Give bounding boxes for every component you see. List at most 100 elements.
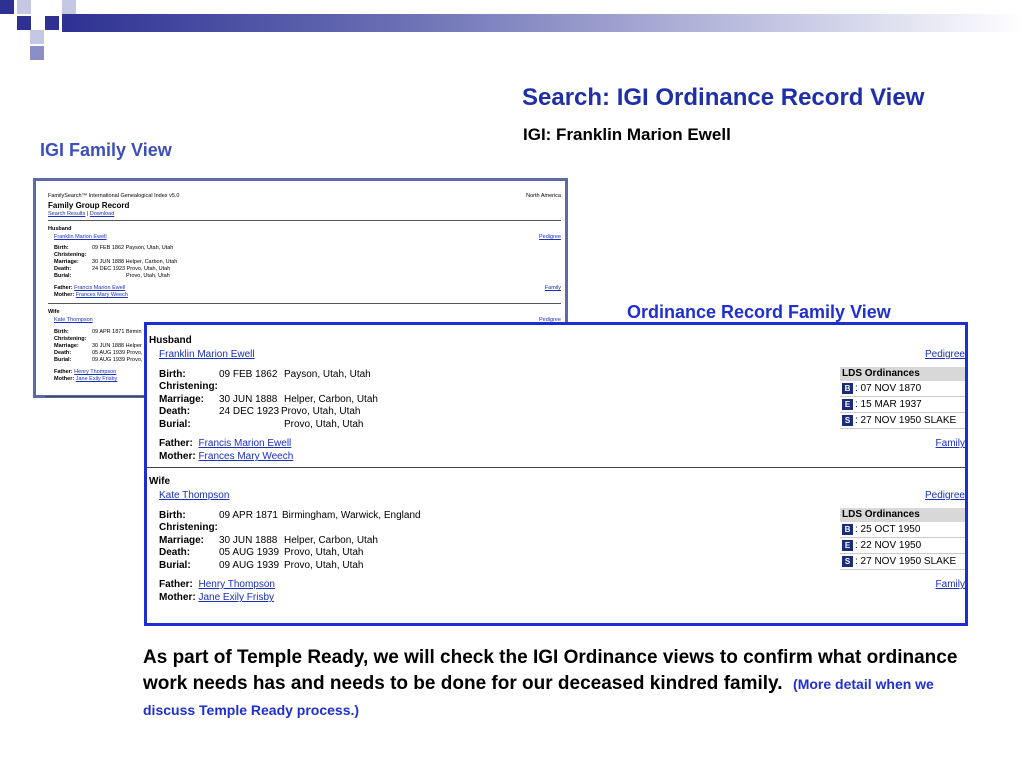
husband-death-place: Provo, Utah, Utah bbox=[281, 406, 361, 417]
wife-marriage-date: 30 JUN 1888 bbox=[219, 535, 278, 546]
ordinance-row: B: 07 NOV 1870 bbox=[840, 381, 965, 397]
ordinance-date: : 25 OCT 1950 bbox=[855, 524, 921, 535]
marriage-label: Marriage: bbox=[159, 394, 205, 405]
husband-name-link[interactable]: Franklin Marion Ewell bbox=[54, 234, 107, 241]
husband-heading: Husband bbox=[48, 226, 72, 232]
wife-mother-link[interactable]: Jane Exily Frisby bbox=[76, 376, 118, 382]
wife-burial-place: Provo, Utah, Utah bbox=[284, 560, 364, 571]
ordinance-date: : 07 NOV 1870 bbox=[855, 383, 922, 394]
christening-label: Christening: bbox=[54, 252, 87, 258]
ordinance-date: : 27 NOV 1950 SLAKE bbox=[855, 556, 957, 567]
husband-pedigree-link[interactable]: Pedigree bbox=[925, 349, 965, 360]
wife-family-link[interactable]: Family bbox=[936, 579, 965, 590]
region-label: North America bbox=[526, 193, 561, 199]
divider bbox=[45, 396, 145, 397]
husband-mother-link[interactable]: Frances Mary Weech bbox=[198, 451, 293, 462]
mother-label: Mother: bbox=[159, 592, 196, 603]
mother-label: Mother: bbox=[159, 451, 196, 462]
father-label: Father: bbox=[159, 438, 193, 449]
husband-family-link[interactable]: Family bbox=[936, 438, 965, 449]
wife-lds-ordinances: LDS Ordinances B: 25 OCT 1950 E: 22 NOV … bbox=[840, 508, 965, 570]
search-results-link[interactable]: Search Results bbox=[48, 211, 85, 217]
wife-burial-date: 09 AUG 1939 bbox=[219, 560, 280, 571]
slide-title: Search: IGI Ordinance Record View bbox=[522, 84, 925, 111]
husband-mother-link[interactable]: Frances Mary Weech bbox=[76, 292, 128, 298]
marriage-label: Marriage: bbox=[54, 259, 79, 265]
record-heading: Family Group Record bbox=[48, 201, 130, 210]
birth-label: Birth: bbox=[159, 510, 186, 521]
husband-marriage: 30 JUN 1888 Helper, Carbon, Utah bbox=[92, 259, 178, 265]
wife-father-link[interactable]: Henry Thompson bbox=[198, 579, 275, 590]
ordinance-row: E: 15 MAR 1937 bbox=[840, 397, 965, 413]
decor-square bbox=[62, 0, 76, 14]
birth-label: Birth: bbox=[54, 245, 69, 251]
husband-death: 24 DEC 1923 Provo, Utah, Utah bbox=[92, 266, 171, 272]
wife-birth-place: Birmingham, Warwick, England bbox=[282, 510, 421, 521]
death-label: Death: bbox=[54, 266, 72, 272]
decor-square bbox=[30, 30, 44, 44]
marriage-label: Marriage: bbox=[159, 535, 205, 546]
ordinance-date: : 27 NOV 1950 SLAKE bbox=[855, 415, 957, 426]
wife-burial: 09 AUG 1939 Provo, bbox=[92, 357, 143, 363]
slide-subtitle: IGI: Franklin Marion Ewell bbox=[523, 125, 731, 144]
baptism-icon: B bbox=[842, 523, 853, 535]
wife-mother-link[interactable]: Jane Exily Frisby bbox=[198, 592, 274, 603]
wife-father-link[interactable]: Henry Thompson bbox=[74, 369, 116, 375]
download-link[interactable]: Download bbox=[90, 211, 114, 217]
ordinances-heading: LDS Ordinances bbox=[840, 367, 965, 381]
birth-label: Birth: bbox=[159, 369, 186, 380]
father-label: Father: bbox=[159, 579, 193, 590]
christening-label: Christening: bbox=[159, 522, 218, 533]
death-label: Death: bbox=[54, 350, 72, 356]
husband-father-link[interactable]: Francis Marion Ewell bbox=[74, 285, 125, 291]
birth-label: Birth: bbox=[54, 329, 69, 335]
husband-pedigree-link[interactable]: Pedigree bbox=[539, 234, 561, 241]
husband-family-link[interactable]: Family bbox=[545, 285, 561, 292]
death-label: Death: bbox=[159, 547, 191, 558]
wife-death-place: Provo, Utah, Utah bbox=[284, 547, 364, 558]
endowment-icon: E bbox=[842, 539, 853, 551]
husband-burial-place: Provo, Utah, Utah bbox=[284, 419, 364, 430]
husband-name-link[interactable]: Franklin Marion Ewell bbox=[159, 349, 255, 360]
wife-birth: 09 APR 1871 Birmin bbox=[92, 329, 142, 335]
ordinance-date: : 22 NOV 1950 bbox=[855, 540, 922, 551]
wife-heading: Wife bbox=[48, 309, 60, 315]
burial-label: Burial: bbox=[159, 419, 191, 430]
explanation-paragraph: As part of Temple Ready, we will check t… bbox=[143, 645, 963, 723]
sealing-icon: S bbox=[842, 555, 853, 567]
wife-heading: Wife bbox=[149, 476, 171, 487]
header-gradient-bar bbox=[62, 14, 1024, 32]
death-label: Death: bbox=[159, 406, 191, 417]
husband-death-date: 24 DEC 1923 bbox=[219, 406, 280, 417]
label-ordinance-view: Ordinance Record Family View bbox=[627, 302, 891, 322]
wife-pedigree-link[interactable]: Pedigree bbox=[925, 490, 965, 501]
wife-birth-date: 09 APR 1871 bbox=[219, 510, 278, 521]
divider bbox=[48, 303, 561, 304]
wife-marriage-place: Helper, Carbon, Utah bbox=[284, 535, 378, 546]
husband-birth-place: Payson, Utah, Utah bbox=[284, 369, 371, 380]
ordinance-family-view-screenshot: Husband Franklin Marion Ewell Pedigree B… bbox=[144, 322, 968, 626]
husband-birth: 09 FEB 1862 Payson, Utah, Utah bbox=[92, 245, 174, 251]
christening-label: Christening: bbox=[159, 381, 218, 392]
burial-label: Burial: bbox=[54, 357, 72, 363]
burial-label: Burial: bbox=[54, 273, 72, 279]
wife-name-link[interactable]: Kate Thompson bbox=[159, 490, 229, 501]
divider bbox=[48, 220, 561, 221]
husband-father-link[interactable]: Francis Marion Ewell bbox=[198, 438, 291, 449]
divider bbox=[147, 467, 965, 468]
sealing-icon: S bbox=[842, 414, 853, 426]
wife-name-link[interactable]: Kate Thompson bbox=[54, 317, 93, 324]
wife-marriage: 30 JUN 1888 Helper bbox=[92, 343, 142, 349]
ordinance-date: : 15 MAR 1937 bbox=[855, 399, 922, 410]
burial-label: Burial: bbox=[159, 560, 191, 571]
mother-label: Mother: bbox=[54, 292, 75, 298]
endowment-icon: E bbox=[842, 398, 853, 410]
app-title: FamilySearch™ International Genealogical… bbox=[48, 193, 180, 199]
decor-square bbox=[45, 16, 59, 30]
father-label: Father: bbox=[54, 369, 73, 375]
husband-burial: Provo, Utah, Utah bbox=[126, 273, 170, 279]
label-family-view: IGI Family View bbox=[40, 140, 172, 160]
decor-square bbox=[0, 0, 14, 14]
father-label: Father: bbox=[54, 285, 73, 291]
mother-label: Mother: bbox=[54, 376, 75, 382]
